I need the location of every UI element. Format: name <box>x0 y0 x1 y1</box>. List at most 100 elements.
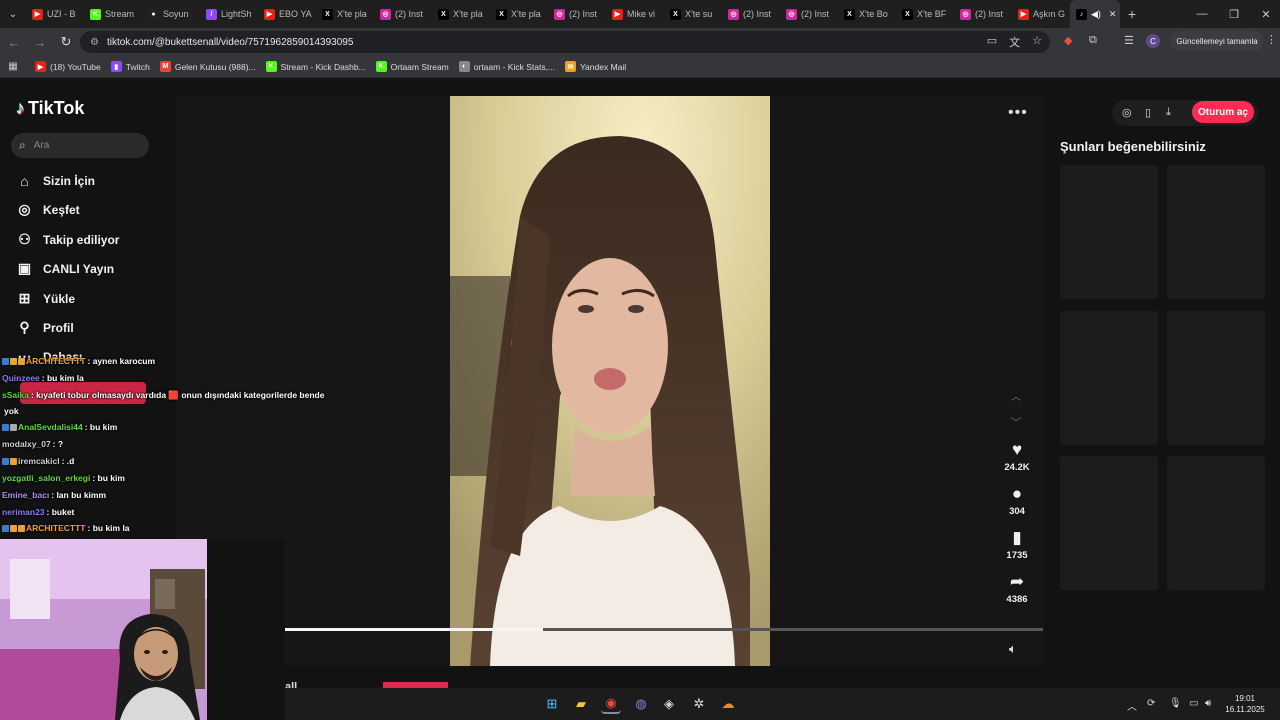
sidebar-item-upload[interactable]: ⊞ Yükle <box>16 290 75 307</box>
browser-tab[interactable]: ◎ (2) Inst <box>954 0 1012 28</box>
bookmark-item[interactable]: K Stream - Kick Dashb... <box>261 61 371 72</box>
tab-close-icon[interactable]: ✕ <box>1109 9 1117 20</box>
maximize-button[interactable]: ❐ <box>1218 0 1250 28</box>
browser-tab[interactable]: ▶ Mike vi <box>606 0 664 28</box>
browser-tab[interactable]: ◎ (2) Inst <box>374 0 432 28</box>
microphone-icon[interactable]: 🎙︎ <box>1169 698 1182 709</box>
sidebar-item-home[interactable]: ⌂ Sizin İçin <box>16 172 95 189</box>
bookmark-item[interactable]: ▮ Twitch <box>106 61 155 72</box>
video-frame-illustration <box>450 96 770 666</box>
comment-icon[interactable]: ● <box>996 484 1038 504</box>
minimize-button[interactable]: — <box>1186 0 1218 28</box>
discord-icon[interactable]: ◍ <box>631 694 651 714</box>
browser-tab[interactable]: X X'te Bo <box>838 0 896 28</box>
bookmark-icon[interactable]: ▮ <box>996 528 1038 548</box>
tabs-container: ▶ UZI - B K Stream ● Soyun / LightSh ▶ EBO YA X X't… <box>26 0 1070 28</box>
chat-username: neriman23 <box>2 507 45 517</box>
bookmark-item[interactable]: ✉ Yandex Mail <box>560 61 631 72</box>
browser-tab[interactable]: X X'te pla <box>432 0 490 28</box>
video-player[interactable] <box>450 96 770 666</box>
bookmark-item[interactable]: ◐ ortaam - Kick Stats,... <box>454 61 560 72</box>
browser-tab[interactable]: K Stream <box>84 0 142 28</box>
update-button[interactable]: Güncellemeyi tamamla <box>1170 31 1264 51</box>
browser-menu-icon[interactable]: ⋮ <box>1266 33 1277 46</box>
suggested-video-thumbnail[interactable] <box>1060 456 1158 590</box>
back-button[interactable]: ← <box>2 30 26 54</box>
tab-active-tiktok[interactable]: ♪ ◀) ✕ <box>1070 0 1120 28</box>
sidebar-item-following[interactable]: ⚇ Takip ediliyor <box>16 231 119 248</box>
browser-tab[interactable]: X X'te pla <box>490 0 548 28</box>
apps-grid-icon[interactable]: ▦ <box>0 61 22 72</box>
next-video-button[interactable]: ﹀ <box>1011 414 1021 429</box>
site-info-icon[interactable]: ⚙ <box>90 37 99 48</box>
suggested-video-thumbnail[interactable] <box>1167 456 1265 590</box>
browser-tab[interactable]: ● Soyun <box>142 0 200 28</box>
chat-badge-icon <box>10 458 17 465</box>
bookmark-item[interactable]: ▶ (18) YouTube <box>30 61 106 72</box>
browser-tab[interactable]: ▶ Aşkın G <box>1012 0 1070 28</box>
bookmark-star-icon[interactable]: ☆ <box>1032 34 1042 50</box>
more-options-button[interactable]: ••• <box>1008 104 1028 122</box>
sidebar-item-profile[interactable]: ⚲ Profil <box>16 319 73 336</box>
suggested-video-thumbnail[interactable] <box>1167 165 1265 299</box>
address-bar[interactable]: ⚙ tiktok.com/@bukettsenall/video/7571962… <box>80 31 1050 53</box>
browser-tab[interactable]: ▶ UZI - B <box>26 0 84 28</box>
browser-tab[interactable]: X X'te pla <box>316 0 374 28</box>
tab-search-icon[interactable]: ⌄ <box>0 0 26 28</box>
browser-tab[interactable]: / LightSh <box>200 0 258 28</box>
search-input[interactable] <box>33 140 134 151</box>
save-action[interactable]: ▮ 1735 <box>996 528 1038 561</box>
system-clock[interactable]: 19:01 16.11.2025 <box>1222 693 1268 715</box>
volume-icon[interactable]: 🔈︎ <box>1009 641 1017 657</box>
browser-tab[interactable]: ◎ (2) Inst <box>548 0 606 28</box>
tray-sync-icon[interactable]: ⟳ <box>1147 698 1155 709</box>
browser-tab[interactable]: ◎ (2) Inst <box>722 0 780 28</box>
heart-icon[interactable]: ♥ <box>996 440 1038 460</box>
coin-icon[interactable]: ◎ <box>1122 106 1132 119</box>
sidebar-item-live[interactable]: ▣ CANLI Yayın <box>16 260 114 277</box>
share-icon[interactable]: ➦ <box>996 572 1038 592</box>
download-icon[interactable]: ⤓ <box>1166 106 1171 119</box>
suggested-video-thumbnail[interactable] <box>1060 165 1158 299</box>
cast-icon[interactable]: ▭ <box>987 34 997 50</box>
file-explorer-icon[interactable]: ▰ <box>571 694 591 714</box>
device-icon[interactable]: ▯ <box>1145 106 1151 119</box>
windows-start-icon[interactable]: ⊞ <box>542 694 562 714</box>
video-progress-bar[interactable] <box>285 628 1043 631</box>
suggested-video-thumbnail[interactable] <box>1060 311 1158 445</box>
like-action[interactable]: ♥ 24.2K <box>996 440 1038 473</box>
share-action[interactable]: ➦ 4386 <box>996 572 1038 605</box>
bookmark-item[interactable]: M Gelen Kutusu (988)... <box>155 61 261 72</box>
network-icon[interactable]: ▭ <box>1189 698 1198 709</box>
extensions-puzzle-icon[interactable]: ⧉ <box>1089 34 1097 47</box>
login-button[interactable]: Oturum aç <box>1192 101 1254 123</box>
sidebar-item-compass[interactable]: ◎ Keşfet <box>16 201 79 218</box>
tiktok-logo[interactable]: ♪ TikTok <box>16 98 84 119</box>
previous-video-button[interactable]: ︿ <box>1011 388 1021 403</box>
new-tab-button[interactable]: + <box>1120 6 1144 22</box>
browser-tab[interactable]: X X'te su <box>664 0 722 28</box>
profile-avatar[interactable]: C <box>1146 34 1160 48</box>
bookmark-item[interactable]: K Ortaam Stream <box>371 61 454 72</box>
extension-icon[interactable]: ◆ <box>1064 34 1072 47</box>
translate-icon[interactable]: 文 <box>1009 34 1020 50</box>
browser-tab[interactable]: X X'te BF <box>896 0 954 28</box>
bookmark-favicon-icon: ◐ <box>458 61 470 72</box>
browser-tab[interactable]: ▶ EBO YA <box>258 0 316 28</box>
logo-text: TikTok <box>28 98 85 118</box>
chat-badge-icon <box>10 525 17 532</box>
cloud-app-icon[interactable]: ☁ <box>718 694 738 714</box>
suggested-video-thumbnail[interactable] <box>1167 311 1265 445</box>
steam-icon[interactable]: ◈ <box>659 694 679 714</box>
reading-list-icon[interactable]: ☰ <box>1124 34 1134 47</box>
forward-button[interactable]: → <box>28 30 52 54</box>
browser-tab[interactable]: ◎ (2) Inst <box>780 0 838 28</box>
comment-action[interactable]: ● 304 <box>996 484 1038 517</box>
chrome-icon[interactable]: ◉ <box>601 694 621 714</box>
close-window-button[interactable]: ✕ <box>1250 0 1280 28</box>
speaker-tray-icon[interactable]: 🔊︎ <box>1205 698 1211 709</box>
app-icon[interactable]: ✲ <box>689 694 709 714</box>
reload-button[interactable]: ↻ <box>54 30 78 54</box>
search-box[interactable]: ⌕ <box>11 133 149 158</box>
tray-overflow-icon[interactable]: ︿ <box>1127 698 1137 713</box>
